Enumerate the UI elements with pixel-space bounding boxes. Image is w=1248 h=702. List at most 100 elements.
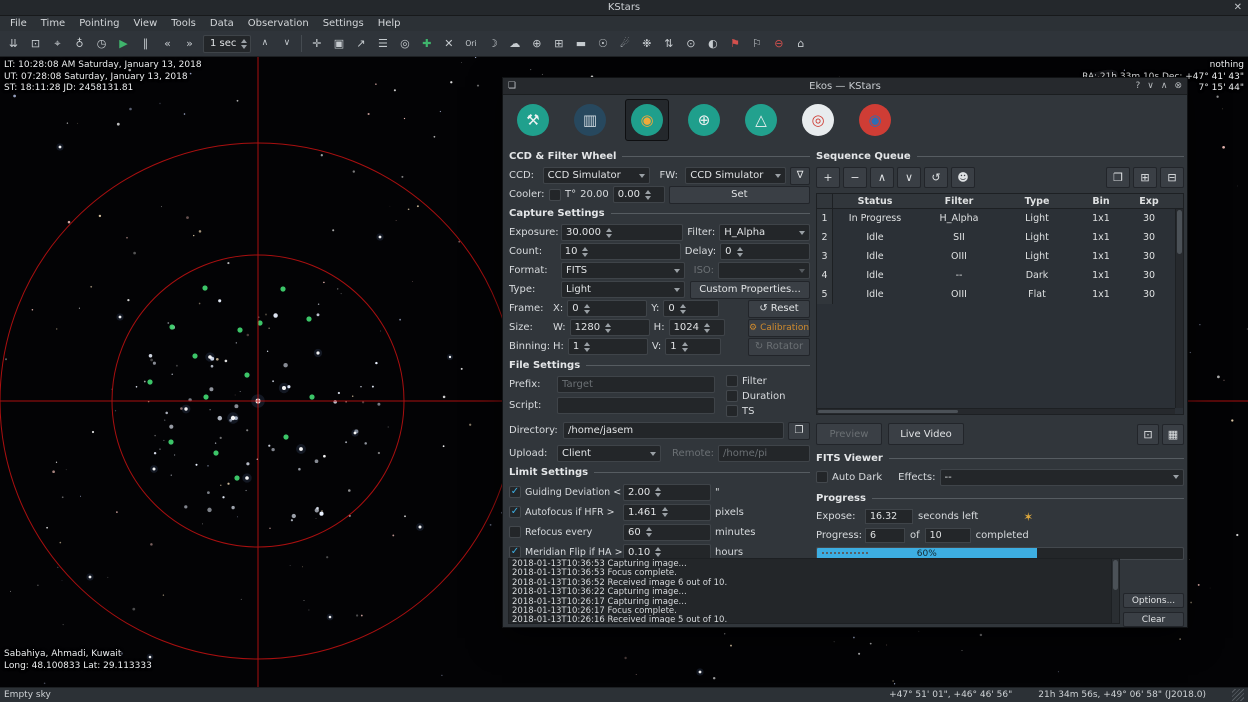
open-sequence-icon[interactable]: ❐ <box>1106 167 1130 188</box>
close-icon[interactable]: ⊗ <box>1174 81 1182 91</box>
options-button[interactable]: Options... <box>1123 593 1184 608</box>
ekos-titlebar[interactable]: ❏ Ekos — KStars ?∨∧⊗ <box>503 78 1187 95</box>
horizontal-grid-icon[interactable]: ⊞ <box>548 33 569 54</box>
step-forward-icon[interactable]: » <box>179 33 200 54</box>
menu-item[interactable]: Help <box>371 16 408 31</box>
set-location-icon[interactable]: ♁ <box>69 33 90 54</box>
satellites-icon[interactable]: ⇅ <box>658 33 679 54</box>
tab-guide[interactable]: ◎ <box>796 99 840 141</box>
script-input[interactable] <box>557 397 715 414</box>
live-video-button[interactable]: Live Video <box>888 423 964 445</box>
help-icon[interactable]: ? <box>1135 81 1140 91</box>
equatorial-grid-icon[interactable]: ⊕ <box>526 33 547 54</box>
cooler-checkbox[interactable] <box>549 189 561 201</box>
restore-icon[interactable]: ∧ <box>1161 81 1168 91</box>
dome-icon[interactable]: ⌂ <box>790 33 811 54</box>
limit-spinbox[interactable]: 60 <box>623 524 711 541</box>
limit-checkbox[interactable] <box>509 506 521 518</box>
spinner-arrows-icon[interactable] <box>241 39 247 49</box>
log-scrollbar[interactable] <box>1111 559 1119 623</box>
filter-wheel-icon[interactable]: ∇ <box>790 167 810 185</box>
prefix-duration-checkbox[interactable] <box>726 390 738 402</box>
menu-item[interactable]: Settings <box>316 16 371 31</box>
limit-checkbox[interactable] <box>509 486 521 498</box>
increase-timestep-icon[interactable]: ∧ <box>254 33 275 54</box>
column-exp[interactable]: Exp <box>1129 196 1169 207</box>
sky-map[interactable]: LT: 10:28:08 AM Saturday, January 13, 20… <box>0 57 1248 687</box>
comets-icon[interactable]: ☄ <box>614 33 635 54</box>
set-temperature-button[interactable]: Set <box>669 186 810 204</box>
reset-frame-button[interactable]: ↺Reset <box>748 300 810 318</box>
observer-icon[interactable]: ☻ <box>951 167 975 188</box>
column-filter[interactable]: Filter <box>917 196 1001 207</box>
tab-mount[interactable]: △ <box>739 99 783 141</box>
count-spinbox[interactable]: 10 <box>560 243 681 260</box>
supernovae-icon[interactable]: ❉ <box>636 33 657 54</box>
size-h-spinbox[interactable]: 1024 <box>669 319 725 336</box>
step-backward-icon[interactable]: « <box>157 33 178 54</box>
binning-v-spinbox[interactable]: 1 <box>665 338 721 355</box>
window-close-icon[interactable]: ✕ <box>1234 2 1242 13</box>
flag-icon[interactable]: ⚑ <box>724 33 745 54</box>
size-w-spinbox[interactable]: 1280 <box>570 319 650 336</box>
projection-icon[interactable]: ◐ <box>702 33 723 54</box>
menu-item[interactable]: Observation <box>241 16 316 31</box>
sequence-row[interactable]: 1 In Progress H_Alpha Light 1x1 30 <box>817 209 1183 228</box>
auto-dark-checkbox[interactable] <box>816 471 828 483</box>
custom-properties-button[interactable]: Custom Properties... <box>690 281 810 299</box>
fits-display-icon[interactable]: ▦ <box>1162 424 1184 445</box>
whats-interesting-icon[interactable]: ⊙ <box>680 33 701 54</box>
prefix-input[interactable]: Target <box>557 376 715 393</box>
ecliptic-icon[interactable]: ↗ <box>350 33 371 54</box>
temp-spinbox[interactable]: 0.00 <box>613 186 665 203</box>
browse-folder-icon[interactable]: ❐ <box>788 422 810 440</box>
save-sequence-as-icon[interactable]: ⊟ <box>1160 167 1184 188</box>
sequence-row[interactable]: 2 Idle SII Light 1x1 30 <box>817 228 1183 247</box>
tab-capture[interactable]: ◉ <box>625 99 669 141</box>
observing-list-icon[interactable]: ☰ <box>372 33 393 54</box>
sequence-row[interactable]: 3 Idle OIII Light 1x1 30 <box>817 247 1183 266</box>
pointing-icon[interactable]: ✛ <box>306 33 327 54</box>
sequence-row[interactable]: 5 Idle OIII Flat 1x1 30 <box>817 285 1183 304</box>
decrease-timestep-icon[interactable]: ∨ <box>276 33 297 54</box>
prefix-ts-checkbox[interactable] <box>726 405 738 417</box>
stars-icon[interactable]: ✚ <box>416 33 437 54</box>
column-bin[interactable]: Bin <box>1073 196 1129 207</box>
menu-item[interactable]: Pointing <box>72 16 126 31</box>
sky-image-icon[interactable]: ▣ <box>328 33 349 54</box>
directory-input[interactable]: /home/jasem <box>563 422 784 439</box>
menu-item[interactable]: Time <box>34 16 72 31</box>
move-job-up-icon[interactable]: ∧ <box>870 167 894 188</box>
constellation-lines-icon[interactable]: ✕ <box>438 33 459 54</box>
fw-combo[interactable]: CCD Simulator <box>685 167 786 184</box>
menu-item[interactable]: File <box>3 16 34 31</box>
full-frame-icon[interactable]: ⊡ <box>1137 424 1159 445</box>
delay-spinbox[interactable]: 0 <box>720 243 810 260</box>
remove-job-icon[interactable]: − <box>843 167 867 188</box>
menu-item[interactable]: View <box>127 16 165 31</box>
reset-jobs-icon[interactable]: ↺ <box>924 167 948 188</box>
log-view[interactable]: 2018-01-13T10:36:53 Capturing image...20… <box>508 558 1120 624</box>
add-job-icon[interactable]: + <box>816 167 840 188</box>
prefix-filter-checkbox[interactable] <box>726 375 738 387</box>
save-sequence-icon[interactable]: ⊞ <box>1133 167 1157 188</box>
deep-sky-objects-icon[interactable]: ◎ <box>394 33 415 54</box>
splitter-handle[interactable] <box>503 552 1187 554</box>
limit-checkbox[interactable] <box>509 526 521 538</box>
column-type[interactable]: Type <box>1001 196 1073 207</box>
tab-setup[interactable]: ⚒ <box>511 99 555 141</box>
sequence-horizontal-scrollbar[interactable] <box>817 408 1175 414</box>
exposure-spinbox[interactable]: 30.000 <box>561 224 683 241</box>
observation-flag-icon[interactable]: ⚐ <box>746 33 767 54</box>
limit-spinbox[interactable]: 2.00 <box>623 484 711 501</box>
shade-icon[interactable]: ∨ <box>1147 81 1154 91</box>
clear-button[interactable]: Clear <box>1123 612 1184 627</box>
milky-way-icon[interactable]: ☁ <box>504 33 525 54</box>
solar-system-icon[interactable]: ☉ <box>592 33 613 54</box>
upload-combo[interactable]: Client <box>557 445 661 462</box>
menu-item[interactable]: Tools <box>164 16 203 31</box>
rotator-button[interactable]: ↻Rotator <box>748 338 810 356</box>
menu-item[interactable]: Data <box>203 16 241 31</box>
remove-trail-icon[interactable]: ⊖ <box>768 33 789 54</box>
sequence-row[interactable]: 4 Idle -- Dark 1x1 30 <box>817 266 1183 285</box>
